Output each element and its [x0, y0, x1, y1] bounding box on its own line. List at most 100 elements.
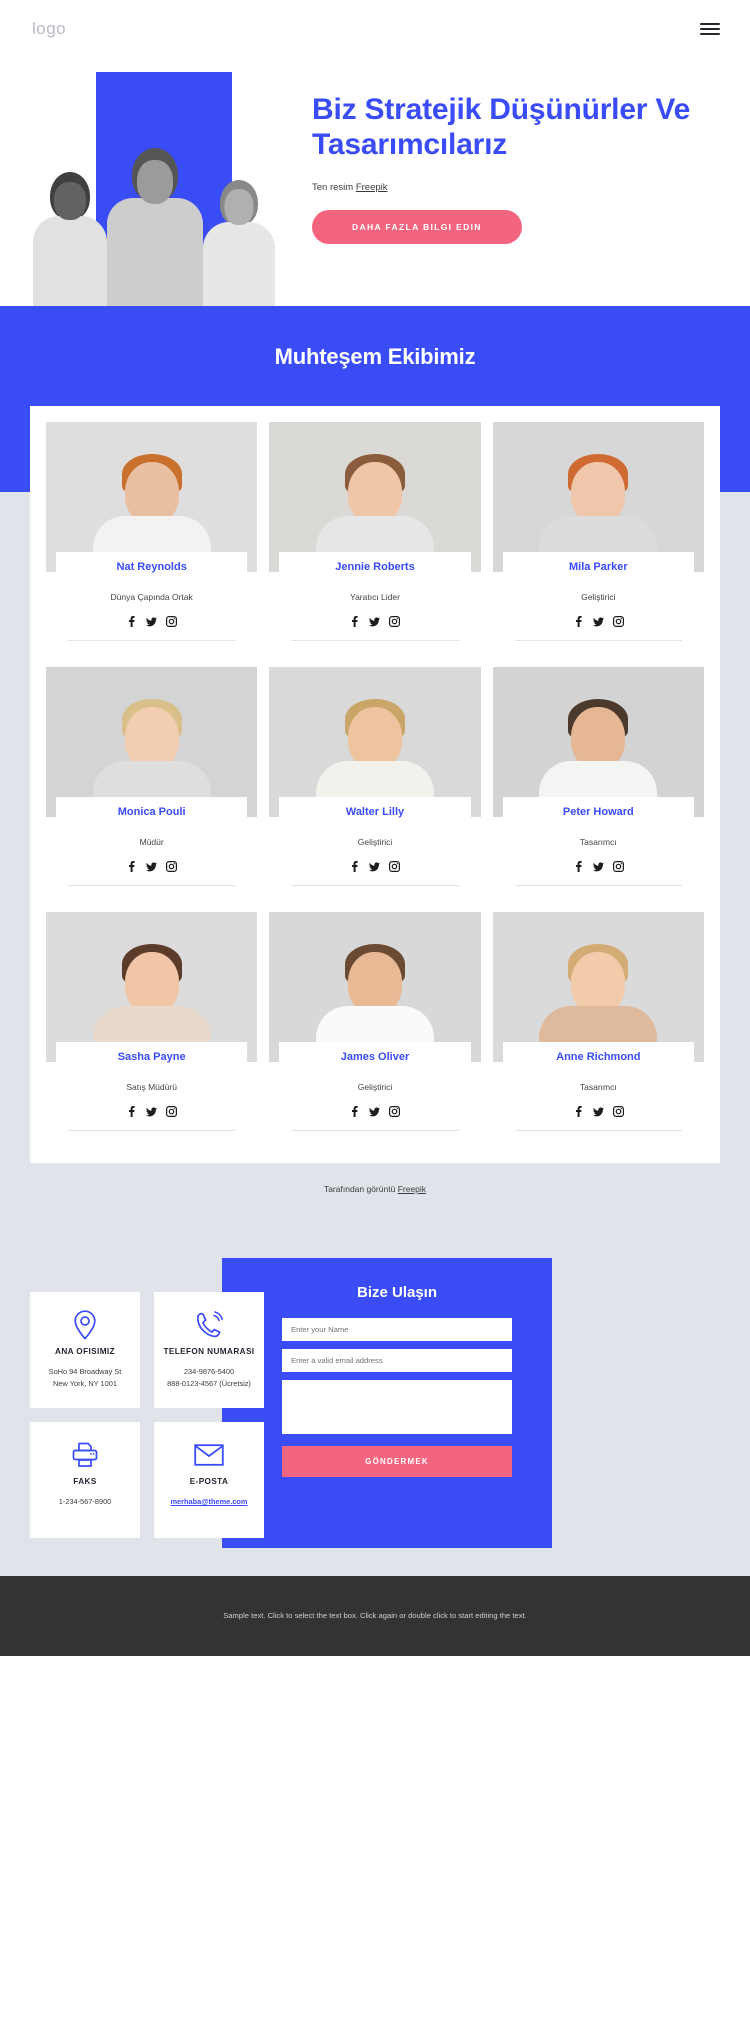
team-member-card: Jennie Roberts Yaratıcı Lider: [269, 422, 481, 655]
hamburger-bar: [700, 23, 720, 25]
team-member-card: Monica Pouli Müdür: [46, 667, 258, 900]
member-namebox: Jennie Roberts: [279, 552, 471, 581]
contact-info-lines: 234-9876-5400 888-0123-4567 (Ücretsiz): [162, 1366, 256, 1390]
contact-info-card: TELEFON NUMARASI 234-9876-5400 888-0123-45…: [154, 1292, 264, 1408]
instagram-icon[interactable]: [166, 616, 178, 627]
email-input[interactable]: [282, 1349, 512, 1372]
member-photo: [46, 667, 258, 817]
member-namebox: Anne Richmond: [502, 1042, 694, 1071]
member-name: Mila Parker: [568, 561, 628, 573]
facebook-icon[interactable]: [349, 861, 360, 872]
member-divider: [68, 640, 236, 641]
message-textarea[interactable]: [282, 1380, 512, 1434]
instagram-icon[interactable]: [389, 1106, 401, 1117]
name-input[interactable]: [282, 1318, 512, 1341]
instagram-icon[interactable]: [612, 1106, 624, 1117]
member-name: Peter Howard: [562, 806, 634, 818]
logo[interactable]: logo: [32, 19, 66, 39]
contact-info-line: 234-9876-5400: [183, 1367, 235, 1377]
twitter-icon[interactable]: [146, 861, 158, 872]
twitter-icon[interactable]: [592, 616, 604, 627]
team-credit-prefix: Tarafından görüntü: [323, 1184, 398, 1194]
instagram-icon[interactable]: [389, 616, 401, 627]
member-role: Tasarımcı: [579, 1082, 617, 1092]
team-heading: Muhteşem Ekibimiz: [274, 344, 476, 369]
hero-person-center: [107, 148, 203, 306]
hero-team-photo: [20, 120, 288, 306]
member-name: Walter Lilly: [345, 806, 405, 818]
instagram-icon[interactable]: [166, 861, 178, 872]
contact-info-title: FAKS: [73, 1477, 97, 1486]
facebook-icon[interactable]: [126, 616, 137, 627]
facebook-icon[interactable]: [126, 1106, 137, 1117]
facebook-icon[interactable]: [573, 861, 584, 872]
member-role: Müdür: [139, 837, 164, 847]
twitter-icon[interactable]: [369, 616, 381, 627]
member-role: Geliştirici: [357, 1082, 393, 1092]
team-member-card: Peter Howard Tasarımcı: [492, 667, 704, 900]
envelope-icon: [162, 1438, 256, 1472]
hero-content: Biz Stratejik Düşünürler Ve Tasarımcılar…: [312, 92, 712, 244]
member-social-links: [46, 1106, 257, 1117]
member-namebox: Nat Reynolds: [56, 552, 248, 581]
member-namebox: Monica Pouli: [56, 797, 248, 826]
submit-button[interactable]: GÖNDERMEK: [282, 1446, 512, 1477]
twitter-icon[interactable]: [592, 861, 604, 872]
instagram-icon[interactable]: [389, 861, 401, 872]
contact-info-line: 888-0123-4567 (Ücretsiz): [167, 1378, 251, 1388]
member-social-links: [46, 861, 257, 872]
member-namebox: Mila Parker: [502, 552, 694, 581]
member-role: Yaratıcı Lider: [350, 592, 400, 602]
contact-info-card: ANA OFISIMIZ SoHo 94 Broadway St New York,…: [30, 1292, 140, 1408]
team-member-card: Mila Parker Geliştirici: [492, 422, 704, 655]
facebook-icon[interactable]: [349, 616, 360, 627]
member-social-links: [493, 1106, 704, 1117]
twitter-icon[interactable]: [592, 1106, 604, 1117]
team-member-card: Nat Reynolds Dünya Çapında Ortak: [46, 422, 258, 655]
footer-text: Sample text. Click to select the text bo…: [223, 1610, 527, 1620]
hero-credit-link[interactable]: Freepik: [356, 182, 388, 193]
twitter-icon[interactable]: [146, 616, 158, 627]
hero-cta-button[interactable]: DAHA FAZLA BILGI EDIN: [312, 209, 522, 244]
member-photo: [46, 912, 258, 1062]
facebook-icon[interactable]: [573, 1106, 584, 1117]
member-divider: [291, 885, 459, 886]
twitter-icon[interactable]: [369, 1106, 381, 1117]
instagram-icon[interactable]: [612, 616, 624, 627]
phone-icon: [162, 1308, 256, 1342]
contact-info-line: 1-234-567-8900: [58, 1497, 112, 1507]
facebook-icon[interactable]: [573, 616, 584, 627]
map-pin-icon: [38, 1308, 132, 1342]
hamburger-menu-icon[interactable]: [700, 20, 720, 38]
member-photo: [492, 912, 704, 1062]
member-namebox: Sasha Payne: [56, 1042, 248, 1071]
hamburger-bar: [700, 28, 720, 30]
contact-info-lines: merhaba@theme.com: [162, 1496, 256, 1508]
member-social-links: [269, 1106, 480, 1117]
member-social-links: [493, 616, 704, 627]
instagram-icon[interactable]: [166, 1106, 178, 1117]
email-link[interactable]: merhaba@theme.com: [170, 1497, 247, 1506]
member-divider: [514, 640, 682, 641]
member-photo: [46, 422, 258, 572]
team-credit-link[interactable]: Freepik: [398, 1184, 426, 1194]
member-divider: [291, 640, 459, 641]
contact-info-lines: SoHo 94 Broadway St New York, NY 1001: [38, 1366, 132, 1390]
contact-info-grid: ANA OFISIMIZ SoHo 94 Broadway St New York,…: [30, 1292, 264, 1538]
member-social-links: [493, 861, 704, 872]
twitter-icon[interactable]: [369, 861, 381, 872]
team-grid: Nat Reynolds Dünya Çapında Ortak Jennie Ro…: [46, 422, 704, 1145]
instagram-icon[interactable]: [612, 861, 624, 872]
facebook-icon[interactable]: [349, 1106, 360, 1117]
facebook-icon[interactable]: [126, 861, 137, 872]
member-photo: [269, 667, 481, 817]
member-social-links: [46, 616, 257, 627]
member-role: Geliştirici: [581, 592, 616, 602]
hero-credit-prefix: Ten resim: [312, 181, 356, 193]
member-divider: [514, 1130, 682, 1131]
site-header: logo: [0, 0, 750, 58]
hero-person-right: [203, 180, 275, 306]
twitter-icon[interactable]: [146, 1106, 158, 1117]
member-photo: [269, 912, 481, 1062]
team-member-card: Anne Richmond Tasarımcı: [492, 912, 704, 1145]
